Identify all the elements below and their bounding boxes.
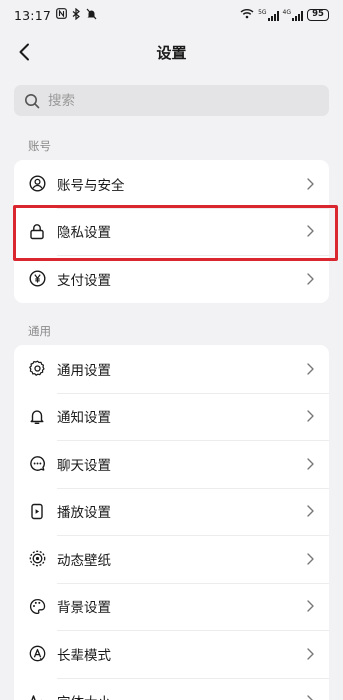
row-elder-mode[interactable]: 长辈模式 xyxy=(14,630,329,678)
live-wallpaper-icon xyxy=(28,550,46,568)
page-title: 设置 xyxy=(156,43,187,62)
chat-bubble-icon xyxy=(28,455,46,473)
search-icon xyxy=(25,93,40,108)
row-notification-settings[interactable]: 通知设置 xyxy=(14,392,329,441)
chevron-right-icon xyxy=(307,648,314,660)
row-label: 支付设置 xyxy=(57,272,111,289)
row-account-security[interactable]: 账号与安全 xyxy=(14,160,329,208)
row-playback-settings[interactable]: 播放设置 xyxy=(14,487,329,536)
row-label: 播放设置 xyxy=(57,505,111,522)
chevron-right-icon xyxy=(307,225,314,237)
section-label-account: 账号 xyxy=(28,139,51,153)
chevron-right-icon xyxy=(307,505,314,517)
yen-icon xyxy=(28,270,46,288)
elder-mode-icon xyxy=(28,645,46,663)
row-label: 字体大小 xyxy=(57,691,111,700)
header: 设置 xyxy=(0,32,343,72)
network-1-label: 5G xyxy=(258,8,267,16)
chevron-right-icon xyxy=(307,458,314,470)
search-input[interactable] xyxy=(48,92,298,109)
chevron-right-icon xyxy=(307,695,313,700)
back-button[interactable] xyxy=(10,38,38,66)
lock-icon xyxy=(28,222,46,240)
bluetooth-icon xyxy=(72,7,81,23)
row-payment-settings[interactable]: 支付设置 xyxy=(14,255,329,303)
row-live-wallpaper[interactable]: 动态壁纸 xyxy=(14,535,329,583)
chevron-right-icon xyxy=(307,600,314,612)
wifi-icon xyxy=(240,8,254,22)
chevron-left-icon xyxy=(19,43,29,61)
account-card: 账号与安全 隐私设置 支付设置 xyxy=(14,160,329,303)
row-label: 背景设置 xyxy=(57,600,111,617)
row-background-settings[interactable]: 背景设置 xyxy=(14,582,329,631)
row-font-size[interactable]: 字体大小 xyxy=(14,677,329,700)
row-general-settings[interactable]: 通用设置 xyxy=(14,345,329,393)
row-label: 通知设置 xyxy=(57,410,111,427)
chevron-right-icon xyxy=(307,363,314,375)
row-label: 动态壁纸 xyxy=(57,552,111,569)
row-label: 账号与安全 xyxy=(57,177,125,194)
nfc-icon xyxy=(56,8,67,22)
bell-icon xyxy=(28,407,46,425)
gear-icon xyxy=(28,360,46,378)
font-size-icon xyxy=(28,692,46,700)
row-privacy-settings[interactable]: 隐私设置 xyxy=(14,207,329,256)
row-label: 聊天设置 xyxy=(57,457,111,474)
battery-indicator: 95 xyxy=(307,9,329,21)
search-bar[interactable] xyxy=(14,85,329,116)
row-chat-settings[interactable]: 聊天设置 xyxy=(14,440,329,488)
palette-icon xyxy=(28,597,46,615)
signal-2: 4G xyxy=(282,8,303,21)
chevron-right-icon xyxy=(307,410,314,422)
play-device-icon xyxy=(28,502,46,520)
section-label-general: 通用 xyxy=(28,324,51,338)
row-label: 通用设置 xyxy=(57,362,111,379)
status-time: 13:17 xyxy=(14,7,52,23)
chevron-right-icon xyxy=(307,273,314,285)
network-2-label: 4G xyxy=(282,8,291,16)
row-label: 长辈模式 xyxy=(57,647,111,664)
status-left: 13:17 xyxy=(14,7,97,23)
chevron-right-icon xyxy=(307,553,314,565)
signal-1: 5G xyxy=(258,8,279,21)
mute-icon xyxy=(86,8,97,23)
chevron-right-icon xyxy=(307,178,314,190)
general-card: 通用设置 通知设置 聊天设置 播放设置 动态壁纸 背景设置 长辈模式 xyxy=(14,345,329,700)
status-bar: 13:17 5G 4G 95 xyxy=(0,0,343,30)
row-label: 隐私设置 xyxy=(57,225,111,242)
person-circle-icon xyxy=(28,175,46,193)
status-right: 5G 4G 95 xyxy=(240,8,329,22)
